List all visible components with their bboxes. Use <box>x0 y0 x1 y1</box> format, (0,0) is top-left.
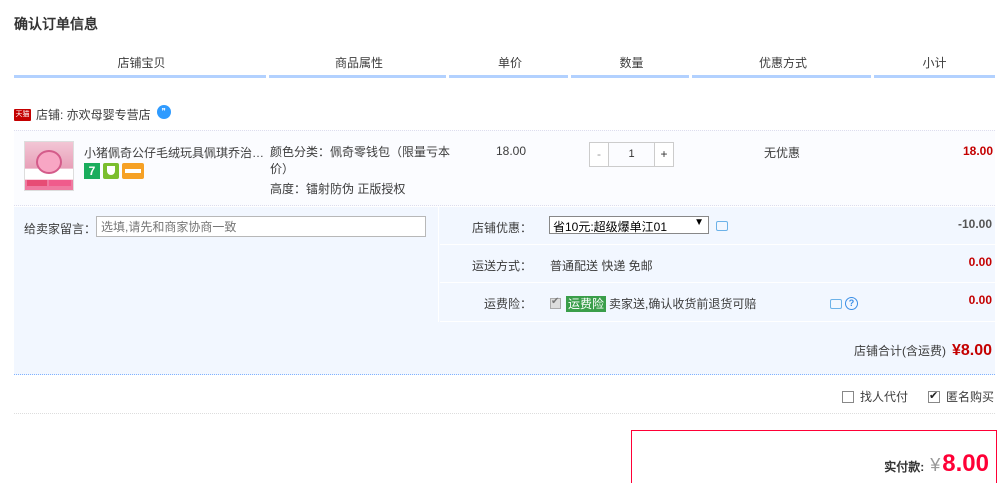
shipping-row: 运送方式： 普通配送 快递 免邮 0.00 <box>440 245 995 283</box>
insurance-label: 运费险： <box>483 297 532 311</box>
quantity-input[interactable]: 1 <box>609 142 654 167</box>
column-header-price: 单价 <box>449 54 571 78</box>
proxy-pay-checkbox[interactable] <box>841 390 854 403</box>
insurance-text: 卖家送,确认收货前退货可赔 <box>609 297 757 311</box>
shipping-method: 普通配送 快递 免邮 <box>550 259 653 273</box>
shop-total-value: ¥8.00 <box>951 342 992 359</box>
coupon-amount: -10.00 <box>957 217 992 231</box>
memo-label: 给卖家留言： <box>24 222 97 236</box>
table-header: 店铺宝贝 商品属性 单价 数量 优惠方式 小计 <box>14 54 995 78</box>
coupon-select[interactable]: 省10元:超级爆单江01 ▼ <box>549 216 709 234</box>
currency-symbol: ¥ <box>930 455 941 475</box>
proxy-pay-label: 找人代付 <box>859 390 908 404</box>
tmall-icon: 天猫 <box>14 108 31 121</box>
insurance-content: 运费险卖家送,确认收货前退货可赔 <box>550 295 756 312</box>
dropdown-arrow-icon: ▼ <box>694 217 704 228</box>
memo-section: 给卖家留言： <box>14 207 439 322</box>
payment-summary: 实付款: ¥ 8.00 <box>631 430 997 483</box>
help-icon[interactable]: ? <box>845 297 858 310</box>
promotion-text: 无优惠 <box>764 146 801 160</box>
unit-price: 18.00 <box>496 144 527 158</box>
shop-total-label: 店铺合计(含运费) <box>853 344 946 358</box>
shipping-label: 运送方式： <box>471 259 532 273</box>
product-attr-height: 高度：镭射防伪 正版授权 <box>270 182 406 196</box>
message-icon[interactable] <box>830 299 842 309</box>
insurance-tag: 运费险 <box>566 296 607 312</box>
column-header-promotion: 优惠方式 <box>692 54 874 78</box>
product-attr-color: 颜色分类：佩奇零钱包（限量亏本价） <box>270 145 451 176</box>
genuine-guarantee-icon[interactable] <box>103 163 119 179</box>
insurance-row: 运费险： 运费险卖家送,确认收货前退货可赔 ? 0.00 <box>440 283 995 322</box>
actual-payment-label: 实付款: <box>884 460 925 474</box>
column-header-shop-item: 店铺宝贝 <box>14 54 269 78</box>
pig-image <box>36 150 62 174</box>
order-item-row: 小猪佩奇公仔毛绒玩具佩琪乔治… 7 颜色分类：佩奇零钱包（限量亏本价） 高度：镭… <box>14 130 995 206</box>
anonymous-label: 匿名购买 <box>945 390 994 404</box>
shop-name-link[interactable]: 店铺: 亦欢母婴专营店 <box>36 106 151 123</box>
item-subtotal: 18.00 <box>962 144 993 158</box>
order-options: 找人代付 匿名购买 <box>841 388 994 405</box>
wangwang-chat-icon[interactable]: ❞ <box>156 104 171 119</box>
shop-total: 店铺合计(含运费) ¥8.00 <box>854 342 992 360</box>
insurance-amount: 0.00 <box>968 293 992 307</box>
page-title: 确认订单信息 <box>14 16 98 32</box>
thumbnail-caption-right <box>49 180 71 186</box>
service-icons: 7 <box>84 163 144 179</box>
column-header-attributes: 商品属性 <box>269 54 449 78</box>
actual-payment-value: 8.00 <box>942 450 989 477</box>
order-extras-panel: 给卖家留言： 店铺优惠： 省10元:超级爆单江01 ▼ -10.00 运送方式：… <box>14 207 995 375</box>
anonymous-checkbox[interactable] <box>927 389 940 403</box>
column-header-quantity: 数量 <box>571 54 692 78</box>
product-thumbnail[interactable] <box>24 141 74 191</box>
proxy-pay-option[interactable]: 找人代付 <box>841 388 908 405</box>
insurance-checkbox[interactable] <box>550 296 561 309</box>
message-icon[interactable] <box>716 221 728 231</box>
coupon-row: 店铺优惠： 省10元:超级爆单江01 ▼ -10.00 <box>440 207 995 245</box>
quantity-plus-button[interactable]: + <box>654 142 674 167</box>
divider <box>14 413 995 414</box>
credit-card-icon[interactable] <box>122 163 144 179</box>
coupon-selected-value: 省10元:超级爆单江01 <box>553 220 668 234</box>
quantity-stepper: - 1 + <box>589 142 674 167</box>
column-header-subtotal: 小计 <box>922 56 947 70</box>
actual-payment: 实付款: ¥ 8.00 <box>884 450 989 478</box>
quantity-minus-button[interactable]: - <box>589 142 609 167</box>
shipping-amount: 0.00 <box>968 255 992 269</box>
memo-input[interactable] <box>96 216 426 237</box>
product-name-link[interactable]: 小猪佩奇公仔毛绒玩具佩琪乔治… <box>84 144 266 161</box>
coupon-label: 店铺优惠： <box>471 221 532 235</box>
shop-header: 天猫 店铺: 亦欢母婴专营店 ❞ <box>14 104 171 123</box>
anonymous-option[interactable]: 匿名购买 <box>927 388 994 405</box>
seven-day-return-icon[interactable]: 7 <box>84 163 100 179</box>
thumbnail-caption-left <box>27 180 47 186</box>
